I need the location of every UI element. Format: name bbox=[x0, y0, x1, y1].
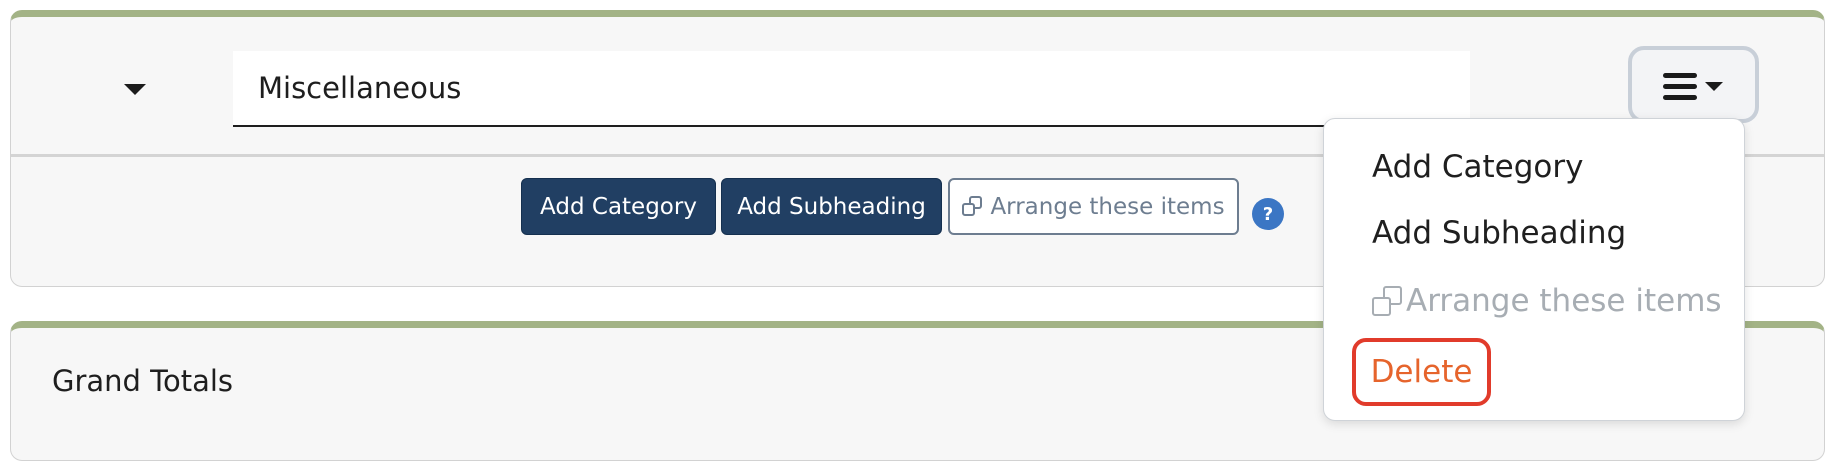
section-dropdown-menu: Add Category Add Subheading Arrange thes… bbox=[1323, 118, 1745, 421]
menu-item-add-subheading[interactable]: Add Subheading bbox=[1372, 215, 1626, 251]
arrange-items-button[interactable]: Arrange these items bbox=[948, 178, 1239, 235]
menu-item-arrange-label: Arrange these items bbox=[1406, 283, 1722, 319]
menu-item-delete[interactable]: Delete bbox=[1352, 338, 1491, 406]
section-title-input[interactable] bbox=[233, 51, 1470, 127]
add-subheading-button[interactable]: Add Subheading bbox=[721, 178, 942, 235]
menu-item-arrange-items: Arrange these items bbox=[1372, 283, 1722, 319]
chevron-down-icon bbox=[1705, 82, 1723, 91]
add-category-button[interactable]: Add Category bbox=[521, 178, 716, 235]
hamburger-icon bbox=[1663, 73, 1697, 100]
section-menu-button[interactable] bbox=[1628, 46, 1759, 123]
menu-item-add-category[interactable]: Add Category bbox=[1372, 149, 1583, 185]
copy-icon bbox=[962, 195, 984, 218]
grand-totals-title: Grand Totals bbox=[52, 364, 234, 398]
arrange-items-label: Arrange these items bbox=[990, 193, 1225, 220]
copy-icon bbox=[1372, 286, 1402, 316]
help-icon[interactable]: ? bbox=[1252, 198, 1284, 230]
caret-down-icon[interactable] bbox=[124, 84, 146, 95]
